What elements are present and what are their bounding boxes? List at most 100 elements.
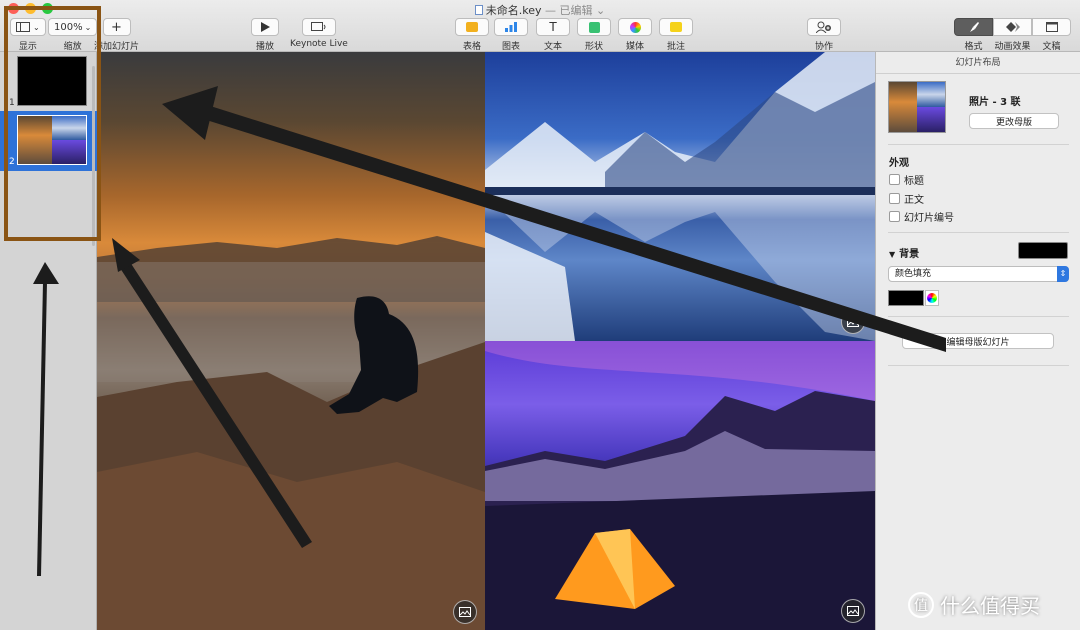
replace-image-button[interactable] [841,599,865,623]
document-name: 未命名.key [485,4,542,17]
watermark-logo-icon: 值 [908,591,934,618]
photo-placeholder-top-right[interactable] [485,52,875,341]
title-checkbox[interactable] [889,174,900,185]
format-label: 格式 [964,42,983,52]
chart-tool[interactable]: 图表 [494,18,528,52]
fill-color-swatch[interactable] [888,290,924,306]
color-wheel-button[interactable] [925,290,939,306]
shape-icon [588,21,600,33]
replace-image-button[interactable] [453,600,477,624]
inspector-header: 幻灯片布局 [876,52,1080,74]
text-tool[interactable]: T 文本 [536,18,570,52]
appearance-title: 外观 [889,158,909,169]
add-slide-button[interactable]: + [102,18,131,36]
site-watermark: 值 什么值得买 [908,590,1040,619]
format-button[interactable] [954,18,993,36]
divider [888,232,1069,233]
format-inspector: 幻灯片布局 照片 - 3 联 更改母版 外观 标题 正文 幻灯片编号 ▼ 背景 颜… [875,52,1080,630]
layout-name: 照片 - 3 联 [969,97,1021,108]
image-icon [847,317,859,327]
background-color-well[interactable] [1018,242,1068,259]
comment-tool[interactable]: 批注 [659,18,693,52]
background-section[interactable]: ▼ 背景 [889,245,919,260]
media-button[interactable] [618,18,652,36]
divider [888,144,1069,145]
media-tool[interactable]: 媒体 [618,18,652,52]
chart-icon [505,22,517,32]
tab-animate[interactable]: 动画效果 [993,18,1032,52]
document-icon [1045,22,1058,32]
table-tool[interactable]: 表格 [455,18,489,52]
inspector-tabs: 格式 动画效果 文稿 [954,18,1071,52]
edited-status: — 已编辑 [545,4,593,17]
shape-tool[interactable]: 形状 [577,18,611,52]
change-master-button[interactable]: 更改母版 [969,113,1059,129]
animate-button[interactable] [993,18,1032,36]
photo-placeholder-left[interactable] [97,52,485,630]
collaborate-button[interactable] [807,18,841,36]
watermark-text: 什么值得买 [940,594,1040,618]
collaborate-label: 协作 [814,42,833,52]
keynote-live-icon [310,22,326,31]
title-option-label: 标题 [904,176,924,187]
tab-document[interactable]: 文稿 [1032,18,1071,52]
title-option[interactable]: 标题 [889,172,924,187]
comment-icon [670,22,682,32]
body-option[interactable]: 正文 [889,191,924,206]
toolbar: 未命名.key — 已编辑 ⌄ ⌄ 显示 100% ⌄ 缩放 + 添加幻灯片 播放… [0,0,1080,52]
body-option-label: 正文 [904,195,924,206]
collaborate-tool[interactable]: 协作 [807,18,841,52]
chart-label: 图表 [501,42,520,52]
divider [888,316,1069,317]
color-wheel-icon [927,293,937,303]
shape-label: 形状 [584,42,603,52]
document-label: 文稿 [1042,42,1061,52]
text-label: 文本 [543,42,562,52]
window-title: 未命名.key — 已编辑 ⌄ [0,2,1080,18]
animate-label: 动画效果 [994,42,1031,52]
media-label: 媒体 [625,42,644,52]
keynote-live-button[interactable] [301,18,336,36]
keynote-file-icon [474,5,483,15]
shape-button[interactable] [577,18,611,36]
chart-button[interactable] [494,18,528,36]
night-tent-photo [485,341,875,630]
slide-canvas[interactable] [97,52,875,630]
edit-master-slide-button[interactable]: 编辑母版幻灯片 [902,333,1054,349]
select-stepper-icon: ⇕ [1057,266,1069,282]
diamond-icon [1005,22,1020,32]
text-icon: T [549,20,557,34]
table-button[interactable] [455,18,489,36]
keynote-live-tool[interactable]: Keynote Live [290,18,348,49]
chevron-down-icon[interactable]: ⌄ [596,4,605,17]
collaborate-icon [816,21,831,33]
slide-number-checkbox[interactable] [889,211,900,222]
keynote-live-label: Keynote Live [290,39,348,49]
table-icon [466,22,478,32]
disclosure-triangle-icon[interactable]: ▼ [889,250,895,259]
fill-type-value: 颜色填充 [895,269,932,279]
tab-format[interactable]: 格式 [954,18,993,52]
replace-image-button[interactable] [841,310,865,334]
document-button[interactable] [1032,18,1071,36]
fill-type-select[interactable]: 颜色填充 ⇕ [888,266,1069,282]
comment-button[interactable] [659,18,693,36]
table-label: 表格 [462,42,481,52]
image-icon [459,607,471,617]
divider [888,365,1069,366]
media-icon [629,21,641,33]
image-icon [847,606,859,616]
body-checkbox[interactable] [889,193,900,204]
paintbrush-icon [969,22,979,32]
text-button[interactable]: T [536,18,570,36]
slide-number-option-label: 幻灯片编号 [904,213,954,224]
mountain-sunset-photo [97,236,485,630]
play-button[interactable] [251,18,279,36]
background-title: 背景 [899,249,920,260]
slide-number-option[interactable]: 幻灯片编号 [889,209,954,224]
photo-placeholder-bottom-right[interactable] [485,341,875,630]
play-icon [261,22,270,32]
comment-label: 批注 [666,42,685,52]
play-tool[interactable]: 播放 [251,18,279,52]
layout-thumbnail [888,81,946,133]
